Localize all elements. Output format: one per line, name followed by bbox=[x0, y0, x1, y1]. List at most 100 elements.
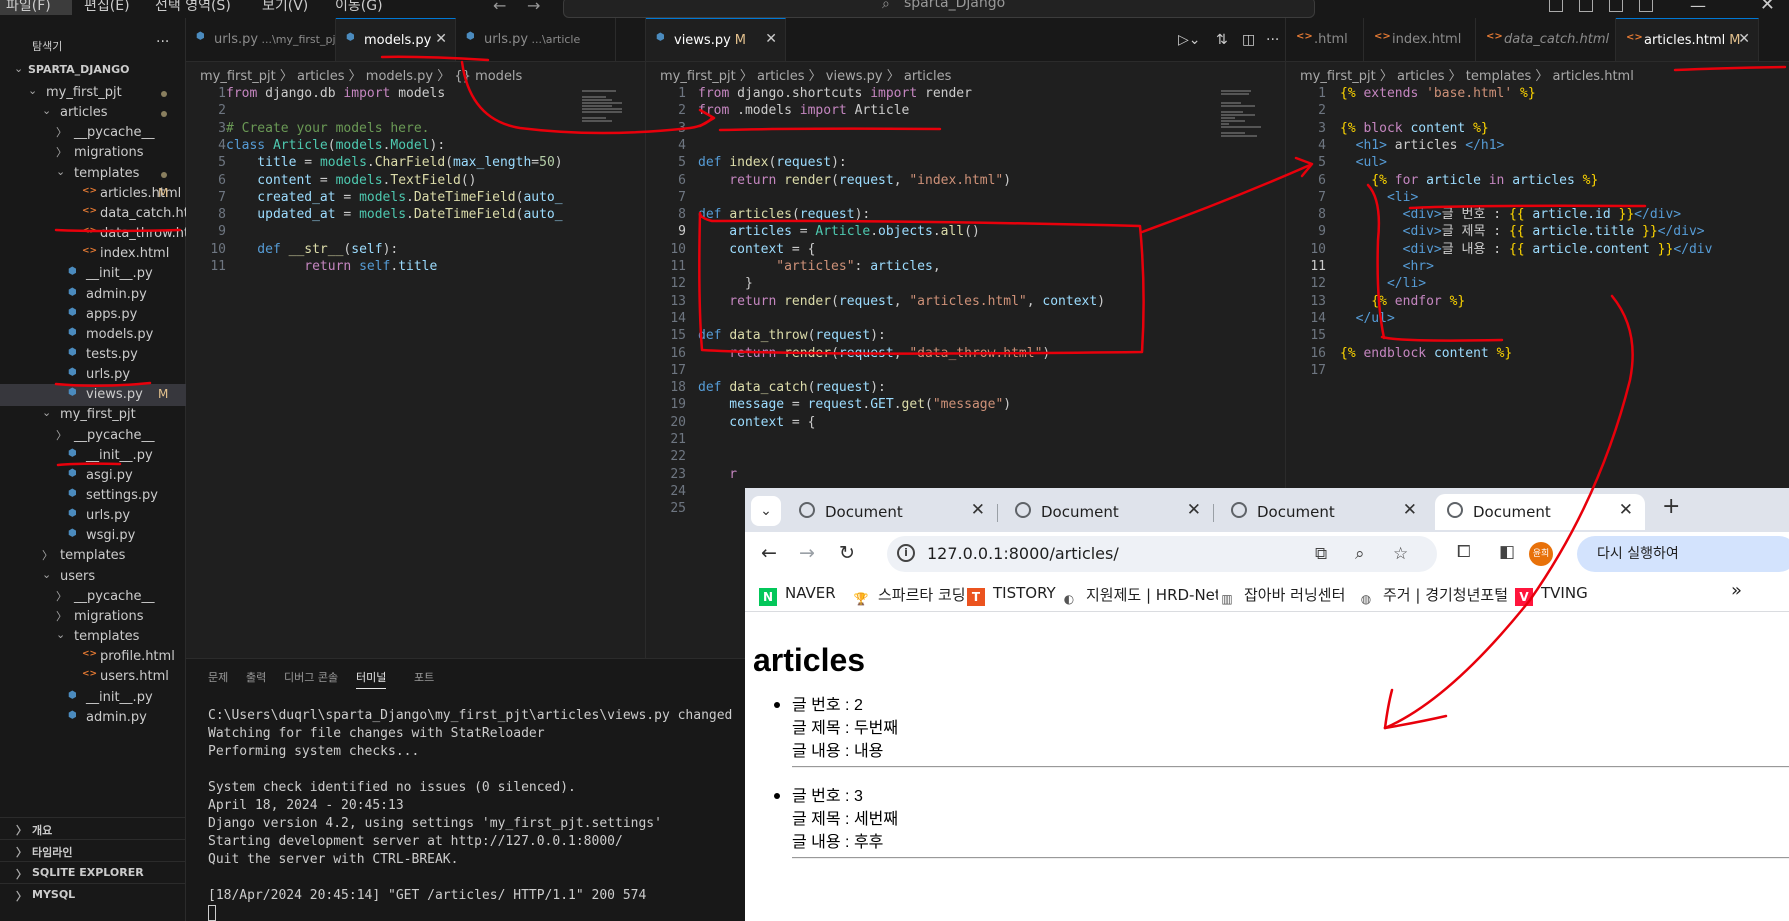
close-tab-icon[interactable]: ✕ bbox=[971, 500, 985, 520]
tree-item[interactable]: ⬢ settings.py bbox=[0, 485, 186, 507]
close-tab-icon[interactable]: ✕ bbox=[1187, 500, 1201, 520]
close-tab-icon[interactable]: ✕ bbox=[1403, 500, 1417, 520]
panel-tab[interactable]: 디버그 콘솔 bbox=[284, 669, 338, 685]
tree-item[interactable]: 〉 migrations bbox=[0, 142, 186, 164]
address-bar[interactable]: i 127.0.0.1:8000/articles/ ⧉ ⌕ ☆ bbox=[887, 536, 1437, 572]
avatar[interactable]: 윤희 bbox=[1529, 542, 1553, 566]
tree-item[interactable]: ⌄ templates bbox=[0, 626, 186, 648]
menu-go[interactable]: 이동(G) bbox=[335, 0, 383, 15]
tree-item[interactable]: <> articles.html M bbox=[0, 183, 186, 205]
tree-item[interactable]: 〉 __pycache__ bbox=[0, 586, 186, 608]
extensions-icon[interactable]: ⧠ bbox=[1457, 542, 1471, 562]
side-panel-icon[interactable]: ◧ bbox=[1499, 542, 1515, 562]
close-tab-icon[interactable]: ✕ bbox=[1619, 500, 1633, 520]
tree-item[interactable]: 〉 templates bbox=[0, 545, 186, 567]
editor-tab[interactable]: <> .html bbox=[1286, 18, 1364, 61]
more-actions-icon[interactable]: ··· bbox=[1266, 32, 1279, 48]
tree-item[interactable]: ⌄ users bbox=[0, 566, 186, 588]
bookmark-star-icon[interactable]: ☆ bbox=[1393, 544, 1408, 564]
tree-item[interactable]: ⬢ __init__.py bbox=[0, 263, 186, 285]
tree-item[interactable]: <> index.html bbox=[0, 243, 186, 265]
section-mysql[interactable]: 〉 MYSQL bbox=[0, 883, 186, 905]
back-arrow-icon[interactable]: ← bbox=[493, 0, 506, 15]
close-window-icon[interactable]: ✕ bbox=[1760, 0, 1775, 15]
toggle-secondary-sidebar-icon[interactable] bbox=[1609, 0, 1623, 12]
compare-changes-icon[interactable]: ⇅ bbox=[1216, 32, 1228, 48]
tree-item[interactable]: <> data_catch.html bbox=[0, 203, 205, 225]
menu-edit[interactable]: 편집(E) bbox=[84, 0, 130, 15]
bookmark-item[interactable]: ▥ 잡아바 러닝센터 bbox=[1218, 584, 1345, 608]
tree-item[interactable]: ⬢ __init__.py bbox=[0, 445, 186, 467]
menu-file[interactable]: 파일(F) bbox=[0, 0, 72, 15]
editor-tab[interactable]: <> articles.html M ✕ bbox=[1616, 18, 1759, 61]
section-outline[interactable]: 〉 개요 bbox=[0, 817, 186, 839]
editor-tab[interactable]: ⬢ urls.py ...\my_first_pjt bbox=[186, 18, 336, 61]
menu-selection[interactable]: 선택 영역(S) bbox=[155, 0, 231, 15]
tree-item[interactable]: ⬢ admin.py bbox=[0, 284, 186, 306]
forward-arrow-icon[interactable]: → bbox=[799, 542, 815, 564]
bookmark-item[interactable]: V TVING bbox=[1515, 584, 1588, 606]
tree-item[interactable]: ⬢ views.py M bbox=[0, 384, 186, 407]
toggle-sidebar-icon[interactable] bbox=[1549, 0, 1563, 12]
bookmark-item[interactable]: ◍ 주거 | 경기청년포털 bbox=[1357, 584, 1508, 608]
tree-item[interactable]: <> users.html bbox=[0, 666, 186, 688]
layout-icon[interactable] bbox=[1639, 0, 1653, 12]
tree-item[interactable]: ⬢ urls.py bbox=[0, 505, 186, 527]
more-bookmarks-icon[interactable]: » bbox=[1731, 580, 1742, 601]
section-timeline[interactable]: 〉 타임라인 bbox=[0, 839, 186, 861]
tree-item[interactable]: ⌄ articles bbox=[0, 102, 186, 124]
explorer-root[interactable]: ⌄ SPARTA_DJANGO bbox=[0, 60, 186, 82]
tree-item[interactable]: ⬢ __init__.py bbox=[0, 687, 186, 709]
code-area[interactable]: 1 from django.db import models 2 3 # Create … bbox=[186, 86, 645, 658]
tree-item[interactable]: 〉 __pycache__ bbox=[0, 425, 186, 447]
browser-tab[interactable]: Document ✕ bbox=[1219, 494, 1429, 530]
new-tab-icon[interactable]: + bbox=[1662, 494, 1680, 519]
tree-item[interactable]: ⬢ asgi.py bbox=[0, 465, 186, 487]
tree-item[interactable]: ⌄ my_first_pjt bbox=[0, 82, 186, 104]
toggle-panel-icon[interactable] bbox=[1579, 0, 1593, 12]
tree-item[interactable]: 〉 migrations bbox=[0, 606, 186, 628]
bookmark-item[interactable]: ◐ 지원제도 | HRD-Net bbox=[1060, 584, 1221, 608]
editor-tab[interactable]: ⬢ views.py M ✕ bbox=[646, 18, 786, 61]
menu-view[interactable]: 보기(V) bbox=[262, 0, 308, 15]
zoom-icon[interactable]: ⌕ bbox=[1355, 544, 1365, 564]
relaunch-button[interactable]: 다시 실행하여 bbox=[1577, 536, 1789, 572]
browser-tab[interactable]: Document ✕ bbox=[1435, 494, 1645, 530]
minimize-icon[interactable]: — bbox=[1690, 0, 1706, 15]
editor-tab[interactable]: ⬢ urls.py ...\article bbox=[456, 18, 616, 61]
tab-search-icon[interactable]: ⌄ bbox=[751, 496, 781, 526]
back-arrow-icon[interactable]: ← bbox=[761, 542, 777, 564]
reload-icon[interactable]: ↻ bbox=[839, 542, 855, 564]
translate-icon[interactable]: ⧉ bbox=[1315, 544, 1327, 564]
tree-item[interactable]: ⬢ tests.py bbox=[0, 344, 186, 366]
tree-item[interactable]: ⬢ models.py bbox=[0, 324, 186, 346]
editor-tab[interactable]: <> data_catch.html bbox=[1476, 18, 1616, 61]
bookmark-item[interactable]: N NAVER bbox=[759, 584, 836, 606]
breadcrumb[interactable]: my_first_pjt 〉 articles 〉 templates 〉 ar… bbox=[1300, 65, 1634, 85]
tree-item[interactable]: ⬢ urls.py bbox=[0, 364, 186, 386]
section-sqlite-explorer[interactable]: 〉 SQLITE EXPLORER bbox=[0, 861, 186, 883]
split-editor-icon[interactable]: ◫ bbox=[1242, 32, 1255, 48]
forward-arrow-icon[interactable]: → bbox=[527, 0, 540, 15]
breadcrumb[interactable]: my_first_pjt 〉 articles 〉 views.py 〉 art… bbox=[660, 65, 951, 85]
close-tab-icon[interactable]: ✕ bbox=[765, 31, 777, 47]
tree-item[interactable]: <> profile.html bbox=[0, 646, 186, 668]
browser-tab[interactable]: Document ✕ bbox=[787, 494, 998, 530]
panel-tab[interactable]: 출력 bbox=[246, 669, 266, 685]
panel-tab[interactable]: 터미널 bbox=[356, 669, 387, 689]
panel-tab[interactable]: 문제 bbox=[208, 669, 228, 685]
site-info-icon[interactable]: i bbox=[897, 544, 915, 562]
minimap[interactable] bbox=[582, 90, 642, 180]
tree-item[interactable]: <> data_throw.html bbox=[0, 223, 205, 245]
tree-item[interactable]: ⬢ admin.py bbox=[0, 707, 186, 729]
tree-item[interactable]: ⬢ apps.py bbox=[0, 304, 186, 326]
bookmark-item[interactable]: T TISTORY bbox=[967, 584, 1056, 606]
more-actions-icon[interactable]: ··· bbox=[156, 34, 169, 50]
minimap[interactable] bbox=[1221, 90, 1281, 180]
tree-item[interactable]: ⌄ templates bbox=[0, 163, 186, 185]
run-icon[interactable]: ▷⌄ bbox=[1178, 32, 1201, 48]
command-center[interactable]: ⌕ sparta_Django bbox=[563, 0, 1315, 18]
close-tab-icon[interactable]: ✕ bbox=[435, 31, 447, 47]
bookmark-item[interactable]: 🏆 스파르타 코딩 bbox=[852, 584, 966, 608]
tree-item[interactable]: ⌄ my_first_pjt bbox=[0, 404, 186, 426]
